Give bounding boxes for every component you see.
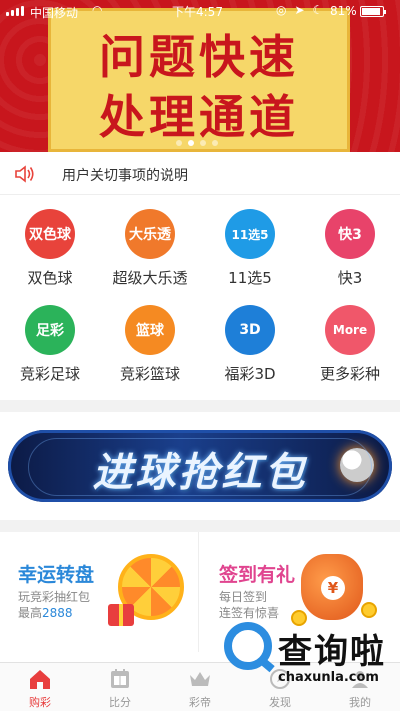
banner-carousel[interactable]: 中国移动 ◠ 下午4:57 ◎➤☾ 81% 问题快速 处理通道 (0, 0, 400, 152)
checkin-streak-text: 连签有惊喜 (219, 606, 280, 620)
notice-bar[interactable]: 用户关切事项的说明 (0, 152, 400, 195)
lottery-label: 福彩3D (224, 365, 276, 383)
tab-buy[interactable]: 购彩 (0, 663, 80, 711)
section-divider (0, 400, 400, 412)
soccer-ball-icon (340, 448, 374, 482)
lottery-label: 超级大乐透 (112, 269, 188, 287)
checkin-subtitle: 每日签到 (219, 590, 268, 604)
banner-poster[interactable]: 问题快速 处理通道 (48, 8, 350, 152)
basketball-icon: 篮球 (125, 305, 175, 355)
shuangseqiu-icon: 双色球 (25, 209, 75, 259)
status-icons: ◎➤☾ (276, 3, 332, 17)
status-bar: 中国移动 ◠ 下午4:57 ◎➤☾ 81% (0, 0, 400, 22)
carousel-indicator (176, 140, 218, 146)
lottery-label: 11选5 (228, 269, 272, 287)
checkin-title: 签到有礼 (219, 564, 296, 586)
lucky-wheel-max-prize: 最高2888 (18, 606, 73, 620)
lottery-item-more[interactable]: More 更多彩种 (300, 291, 400, 391)
daletou-icon: 大乐透 (125, 209, 175, 259)
carousel-dot (212, 140, 218, 146)
watermark-text: 查询啦 (278, 632, 386, 672)
lucky-wheel-title: 幸运转盘 (18, 564, 95, 586)
fucai3d-icon: 3D (225, 305, 275, 355)
magnifier-logo-icon (224, 622, 272, 670)
lottery-item-daletou[interactable]: 大乐透 超级大乐透 (100, 195, 200, 295)
lottery-grid: 双色球 双色球 大乐透 超级大乐透 11选5 11选5 快3 快3 足彩 竞彩足… (0, 195, 400, 400)
lottery-item-basketball[interactable]: 篮球 竞彩篮球 (100, 291, 200, 391)
clock: 下午4:57 (172, 5, 223, 19)
carousel-dot-active (188, 140, 194, 146)
wifi-icon: ◠ (92, 3, 103, 17)
promo-title: 进球抢红包 (92, 450, 308, 496)
money-bag-icon: ¥ (301, 554, 363, 620)
lottery-label: 竞彩篮球 (119, 365, 180, 383)
lottery-label: 竞彩足球 (19, 365, 80, 383)
prize-amount: 2888 (42, 606, 73, 620)
home-icon (30, 670, 50, 689)
tab-label: 购彩 (29, 696, 51, 709)
promo-banner[interactable]: 进球抢红包 (0, 412, 400, 520)
carousel-dot (200, 140, 206, 146)
lottery-item-shuangseqiu[interactable]: 双色球 双色球 (0, 195, 100, 295)
lucky-wheel-subtitle: 玩竞彩抽红包 (18, 590, 91, 604)
lottery-item-11xuan5[interactable]: 11选5 11选5 (200, 195, 300, 295)
tab-score[interactable]: 比分 (80, 663, 160, 711)
carrier-name: 中国移动 (30, 6, 79, 20)
watermark-url: chaxunla.com (278, 670, 379, 685)
watermark: 查询啦 chaxunla.com (218, 620, 398, 700)
promo-band: 进球抢红包 (8, 430, 392, 502)
more-icon: More (325, 305, 375, 355)
banner-title-line1: 问题快速 (99, 30, 299, 84)
kuai3-icon: 快3 (325, 209, 375, 259)
lucky-wheel-card[interactable]: 幸运转盘 玩竞彩抽红包 最高2888 (0, 532, 199, 652)
lottery-label: 更多彩种 (319, 365, 380, 383)
coin-icon (361, 602, 377, 618)
signal-icon (6, 6, 24, 16)
gift-box-icon (108, 604, 134, 626)
carousel-dot (176, 140, 182, 146)
lottery-label: 快3 (337, 269, 363, 287)
banner-title-line2: 处理通道 (99, 90, 299, 144)
battery-icon (360, 6, 386, 17)
tab-label: 比分 (109, 696, 131, 709)
lottery-item-fucai3d[interactable]: 3D 福彩3D (200, 291, 300, 391)
section-divider (0, 520, 400, 532)
notice-text: 用户关切事项的说明 (62, 168, 188, 184)
lottery-item-kuai3[interactable]: 快3 快3 (300, 195, 400, 295)
crown-icon (190, 672, 210, 686)
lottery-item-football[interactable]: 足彩 竞彩足球 (0, 291, 100, 391)
scoreboard-icon (111, 669, 129, 688)
lottery-label: 双色球 (27, 269, 73, 287)
football-icon: 足彩 (25, 305, 75, 355)
11xuan5-icon: 11选5 (225, 209, 275, 259)
speaker-icon (15, 165, 34, 183)
battery-percent: 81% (330, 4, 357, 18)
